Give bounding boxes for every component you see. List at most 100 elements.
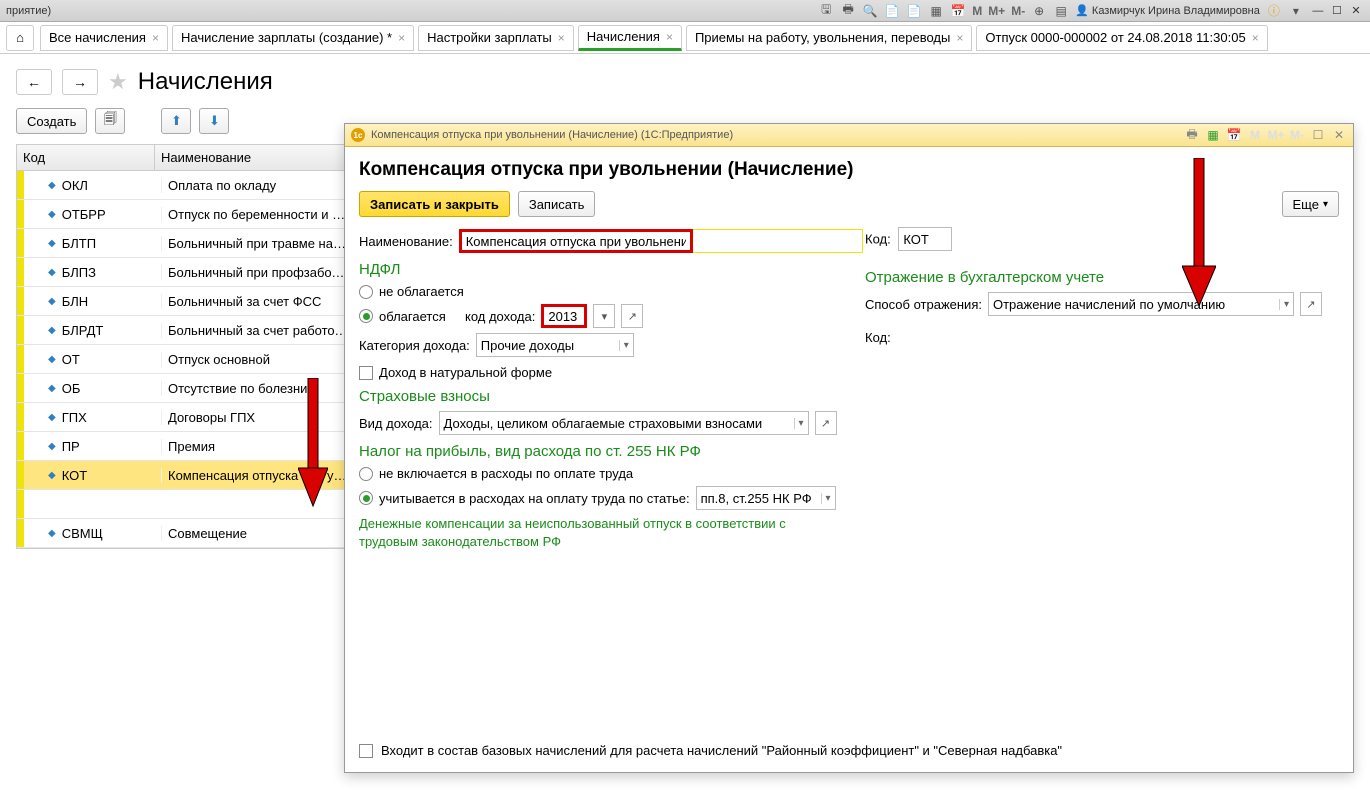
nav-forward-button[interactable]: → bbox=[62, 69, 98, 95]
table-row[interactable]: ◆ОТОтпуск основной bbox=[17, 345, 355, 374]
cell-name: Больничный при профзаболевании bbox=[162, 265, 355, 280]
item-icon: ◆ bbox=[48, 354, 56, 365]
table-row[interactable]: ◆ОТБРРОтпуск по беременности и родам bbox=[17, 200, 355, 229]
name-extra[interactable] bbox=[693, 229, 863, 253]
close-icon[interactable]: × bbox=[1252, 31, 1259, 45]
dlg-close-icon[interactable]: ✕ bbox=[1331, 127, 1347, 143]
tab-all-accruals[interactable]: Все начисления× bbox=[40, 25, 168, 51]
tab-salary-settings[interactable]: Настройки зарплаты× bbox=[418, 25, 574, 51]
close-icon[interactable]: × bbox=[152, 31, 159, 45]
current-user[interactable]: 👤 Казмирчук Ирина Владимировна bbox=[1075, 4, 1260, 17]
code-text: ГПХ bbox=[62, 410, 87, 425]
cell-code: ◆ПР bbox=[24, 439, 162, 454]
close-icon[interactable]: × bbox=[666, 30, 673, 44]
preview-icon[interactable]: 🔍 bbox=[862, 3, 878, 19]
dlg-mminus[interactable]: M- bbox=[1289, 127, 1305, 143]
table-row[interactable]: ◆ОКЛОплата по окладу bbox=[17, 171, 355, 200]
name-input[interactable] bbox=[459, 229, 693, 253]
profit-not-included-radio[interactable]: не включается в расходы по оплате труда bbox=[359, 466, 1339, 481]
app-logo-icon: 1c bbox=[351, 128, 365, 142]
close-icon[interactable]: × bbox=[956, 31, 963, 45]
table-row[interactable]: ◆БЛПЗБольничный при профзаболевании bbox=[17, 258, 355, 287]
income-type-select[interactable]: Доходы, целиком облагаемые страховыми вз… bbox=[439, 411, 809, 435]
acct-method-select[interactable]: Отражение начислений по умолчанию ▾ bbox=[988, 292, 1294, 316]
info-icon[interactable]: ⓘ bbox=[1266, 3, 1282, 19]
save-button[interactable]: Записать bbox=[518, 191, 596, 217]
open-button[interactable]: ↗ bbox=[1300, 292, 1322, 316]
dialog-title-text: Компенсация отпуска при увольнении (Начи… bbox=[371, 129, 733, 141]
table-row[interactable]: ◆БЛРДТБольничный за счет работодателя bbox=[17, 316, 355, 345]
table-row[interactable]: ◆ГПХДоговоры ГПХ bbox=[17, 403, 355, 432]
create-button[interactable]: Создать bbox=[16, 108, 87, 134]
hint-text: Денежные компенсации за неиспользованный… bbox=[359, 515, 819, 551]
copy-button[interactable]: 🗐 bbox=[95, 108, 125, 134]
code-text: ПР bbox=[62, 439, 80, 454]
income-code-input[interactable] bbox=[541, 304, 587, 328]
close-button[interactable]: ✕ bbox=[1348, 4, 1364, 17]
table-row[interactable]: ◆БЛНБольничный за счет ФСС bbox=[17, 287, 355, 316]
save-close-button[interactable]: Записать и закрыть bbox=[359, 191, 510, 217]
table-row[interactable]: ◆СВМЩСовмещение bbox=[17, 519, 355, 548]
memory-mminus[interactable]: M- bbox=[1011, 4, 1025, 18]
code-text: ОКЛ bbox=[62, 178, 88, 193]
open-button[interactable]: ↗ bbox=[621, 304, 643, 328]
tab-hiring[interactable]: Приемы на работу, увольнения, переводы× bbox=[686, 25, 972, 51]
row-marker bbox=[17, 519, 24, 547]
close-icon[interactable]: × bbox=[398, 31, 405, 45]
close-icon[interactable]: × bbox=[558, 31, 565, 45]
item-icon: ◆ bbox=[48, 180, 56, 191]
natural-income-checkbox[interactable]: Доход в натуральной форме bbox=[359, 365, 1339, 380]
open-button[interactable]: ↗ bbox=[815, 411, 837, 435]
checkbox-icon bbox=[359, 366, 373, 380]
list-header: Код Наименование bbox=[17, 145, 355, 171]
tab-salary-create[interactable]: Начисление зарплаты (создание) *× bbox=[172, 25, 414, 51]
cell-code: ◆ ОКЛ bbox=[24, 178, 162, 193]
zoom-icon[interactable]: ⊕ bbox=[1031, 3, 1047, 19]
doc-icon[interactable]: 📄 bbox=[884, 3, 900, 19]
acct-method-label: Способ отражения: bbox=[865, 297, 982, 312]
dlg-grid-icon[interactable]: ▦ bbox=[1205, 127, 1221, 143]
table-row[interactable]: ◆ОБОтсутствие по болезни bbox=[17, 374, 355, 403]
minimize-button[interactable]: — bbox=[1310, 5, 1326, 17]
save-icon[interactable]: 🖫 bbox=[818, 3, 834, 19]
income-category-select[interactable]: Прочие доходы ▾ bbox=[476, 333, 634, 357]
tab-accruals[interactable]: Начисления× bbox=[578, 25, 682, 51]
table-row[interactable] bbox=[17, 490, 355, 519]
home-tab[interactable]: ⌂ bbox=[6, 25, 34, 51]
dropdown-icon[interactable]: ▾ bbox=[1288, 3, 1304, 19]
radio-icon bbox=[359, 309, 373, 323]
table-row[interactable]: ◆ПРПремия bbox=[17, 432, 355, 461]
favorite-icon[interactable]: ★ bbox=[108, 69, 128, 95]
item-icon: ◆ bbox=[48, 470, 56, 481]
table-row[interactable]: ◆БЛТПБольничный при травме на производст… bbox=[17, 229, 355, 258]
calendar-icon[interactable]: 📅 bbox=[950, 3, 966, 19]
memory-m[interactable]: M bbox=[972, 4, 982, 18]
move-down-button[interactable]: ⬇ bbox=[199, 108, 229, 134]
dropdown-button[interactable]: ▾ bbox=[593, 304, 615, 328]
print-icon[interactable]: 🖶 bbox=[840, 3, 856, 19]
memory-mplus[interactable]: M+ bbox=[988, 4, 1005, 18]
dlg-m[interactable]: M bbox=[1247, 127, 1263, 143]
select-value: Прочие доходы bbox=[481, 338, 615, 353]
dlg-print-icon[interactable]: 🖶 bbox=[1184, 127, 1200, 143]
calc-icon[interactable]: ▤ bbox=[1053, 3, 1069, 19]
tab-vacation[interactable]: Отпуск 0000-000002 от 24.08.2018 11:30:0… bbox=[976, 25, 1267, 51]
table-row[interactable]: ◆КОТКомпенсация отпуска при увольнении bbox=[17, 461, 355, 490]
maximize-button[interactable]: ☐ bbox=[1329, 4, 1345, 17]
dlg-calendar-icon[interactable]: 📅 bbox=[1226, 127, 1242, 143]
row-marker bbox=[17, 229, 24, 257]
doc2-icon[interactable]: 📄 bbox=[906, 3, 922, 19]
dlg-maximize-icon[interactable]: ☐ bbox=[1310, 127, 1326, 143]
col-code[interactable]: Код bbox=[17, 145, 155, 170]
select-value: Доходы, целиком облагаемые страховыми вз… bbox=[444, 416, 790, 431]
profit-included-radio[interactable]: учитывается в расходах на оплату труда п… bbox=[359, 486, 1339, 510]
move-up-button[interactable]: ⬆ bbox=[161, 108, 191, 134]
profit-article-select[interactable]: пп.8, ст.255 НК РФ ▾ bbox=[696, 486, 836, 510]
code-input[interactable] bbox=[898, 227, 952, 251]
grid-icon[interactable]: ▦ bbox=[928, 3, 944, 19]
row-marker bbox=[17, 258, 24, 286]
footer-checkbox[interactable]: Входит в состав базовых начислений для р… bbox=[359, 743, 1062, 758]
nav-back-button[interactable]: ← bbox=[16, 69, 52, 95]
col-name[interactable]: Наименование bbox=[155, 145, 355, 170]
dlg-mplus[interactable]: M+ bbox=[1268, 127, 1284, 143]
